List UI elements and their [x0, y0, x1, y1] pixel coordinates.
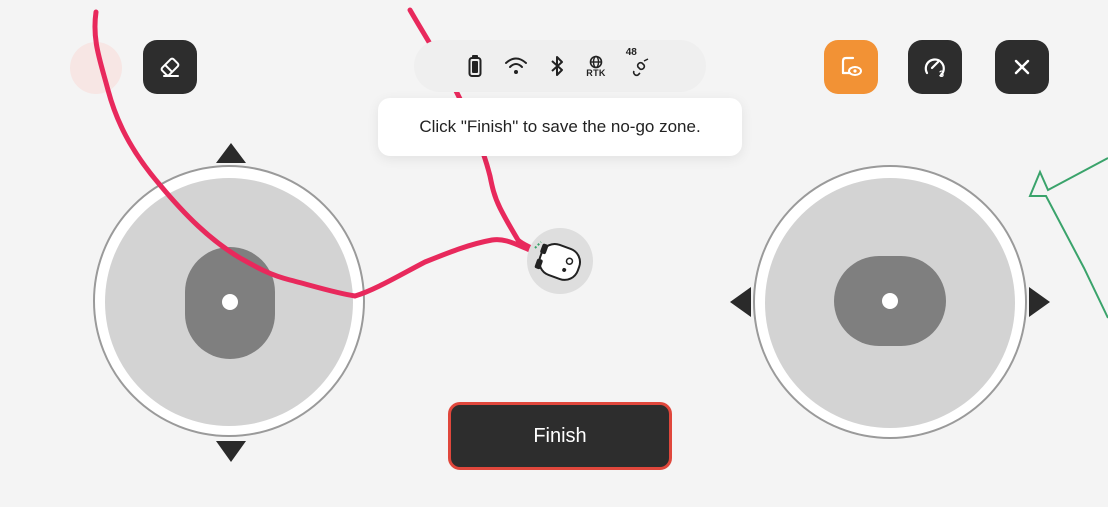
- map-view-icon: [841, 56, 862, 76]
- map-view-button[interactable]: [824, 40, 878, 94]
- close-icon: [1014, 59, 1030, 75]
- status-bar: RTK 48: [414, 40, 706, 92]
- mower-robot: [527, 228, 593, 294]
- speed-level: 3: [939, 69, 944, 79]
- wifi-icon: [504, 56, 528, 76]
- robot-mower-icon: [534, 241, 581, 281]
- eraser-icon: [160, 57, 180, 77]
- globe-icon: [589, 55, 603, 68]
- speed-button[interactable]: 3: [908, 40, 962, 94]
- eraser-button[interactable]: [143, 40, 197, 94]
- rtk-label: RTK: [586, 67, 606, 78]
- close-button[interactable]: [995, 40, 1049, 94]
- satellite-link-icon: [632, 58, 649, 77]
- zone-boundary-line: [1028, 157, 1108, 319]
- battery-icon: [468, 54, 482, 78]
- hint-tooltip: Click "Finish" to save the no-go zone.: [378, 98, 742, 156]
- satellite-indicator: 48: [626, 47, 652, 77]
- bluetooth-icon: [550, 55, 564, 77]
- speed-gauge-icon: 3: [924, 58, 945, 79]
- rtk-indicator: RTK: [586, 55, 605, 78]
- map-canvas[interactable]: RTK 48 Click "Finish" to save the no-go …: [0, 0, 1108, 507]
- satellite-count: 48: [625, 47, 637, 58]
- finish-button[interactable]: Finish: [448, 402, 672, 470]
